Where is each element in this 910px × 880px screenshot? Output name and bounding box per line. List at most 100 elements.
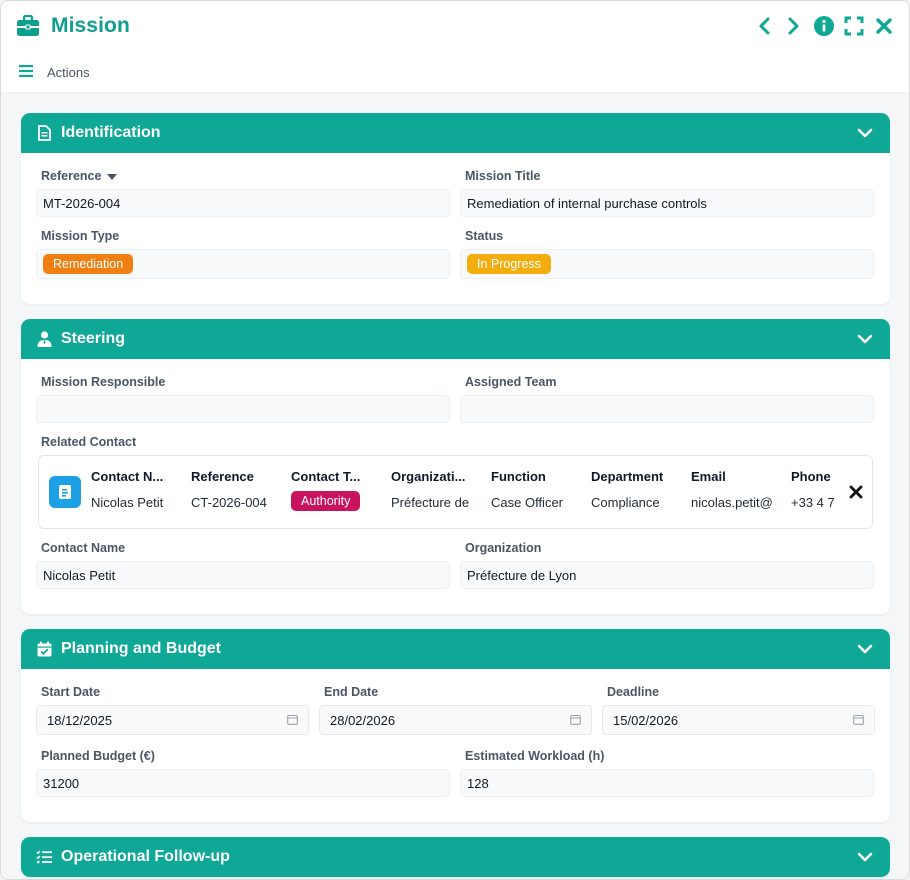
related-contact-card[interactable]: Contact N... Nicolas Petit Reference CT-… bbox=[38, 455, 873, 529]
contact-header-department: Department bbox=[591, 469, 664, 484]
deadline-label: Deadline bbox=[607, 685, 660, 699]
assigned-team-field: Assigned Team bbox=[460, 373, 874, 433]
next-record-icon[interactable] bbox=[783, 15, 805, 37]
calendar-icon[interactable] bbox=[853, 713, 864, 728]
contact-col-type: Contact T... Authority bbox=[291, 469, 381, 511]
end-date-label: End Date bbox=[324, 685, 379, 699]
contact-col-function: Function Case Officer bbox=[491, 469, 581, 510]
chevron-down-icon[interactable] bbox=[856, 331, 874, 347]
contact-name-field: Contact Name Nicolas Petit bbox=[36, 539, 450, 589]
contact-col-name: Contact N... Nicolas Petit bbox=[91, 469, 181, 510]
window-header: Mission Actions bbox=[1, 1, 909, 93]
contact-header-email: Email bbox=[691, 469, 726, 484]
planning-panel: Planning and Budget Start Date 18/12/202… bbox=[21, 629, 890, 822]
deadline-field: Deadline 15/02/2026 bbox=[602, 683, 875, 745]
contact-name-input[interactable]: Nicolas Petit bbox=[36, 561, 450, 589]
status-badge: In Progress bbox=[467, 254, 551, 274]
contact-header-type: Contact T... bbox=[291, 469, 361, 484]
identification-header[interactable]: Identification bbox=[21, 113, 890, 153]
assigned-team-input[interactable] bbox=[460, 395, 874, 423]
estimated-workload-label: Estimated Workload (h) bbox=[465, 749, 605, 763]
mission-responsible-label: Mission Responsible bbox=[41, 375, 166, 389]
form-content: Identification Reference MT-2026-004 Mis… bbox=[21, 113, 890, 879]
contact-col-phone: Phone +33 4 7 bbox=[791, 469, 836, 510]
followup-header[interactable]: Operational Follow-up bbox=[21, 837, 890, 877]
planning-body: Start Date 18/12/2025 End Date 28/02/202… bbox=[21, 669, 890, 822]
contact-header-phone: Phone bbox=[791, 469, 831, 484]
contact-columns: Contact N... Nicolas Petit Reference CT-… bbox=[91, 456, 836, 528]
reference-field: Reference MT-2026-004 bbox=[36, 167, 450, 217]
steering-title: Steering bbox=[61, 330, 126, 347]
followup-title: Operational Follow-up bbox=[61, 848, 230, 865]
list-check-icon bbox=[35, 848, 53, 866]
deadline-value: 15/02/2026 bbox=[613, 712, 679, 728]
calendar-check-icon bbox=[35, 640, 53, 658]
document-icon bbox=[35, 124, 53, 142]
planning-title: Planning and Budget bbox=[61, 640, 221, 657]
mission-type-badge: Remediation bbox=[43, 254, 134, 274]
contact-col-email: Email nicolas.petit@ bbox=[691, 469, 781, 510]
organization-input[interactable]: Préfecture de Lyon bbox=[460, 561, 874, 589]
estimated-workload-input[interactable]: 128 bbox=[460, 769, 874, 797]
hamburger-icon bbox=[19, 65, 33, 80]
fullscreen-icon[interactable] bbox=[843, 15, 865, 37]
planned-budget-label: Planned Budget (€) bbox=[41, 749, 155, 763]
start-date-field: Start Date 18/12/2025 bbox=[36, 683, 309, 735]
contact-value-function: Case Officer bbox=[491, 495, 564, 510]
reference-input[interactable]: MT-2026-004 bbox=[36, 189, 450, 217]
mission-type-select[interactable]: Remediation bbox=[36, 249, 450, 279]
previous-record-icon[interactable] bbox=[753, 15, 775, 37]
chevron-down-icon[interactable] bbox=[856, 125, 874, 141]
calendar-icon[interactable] bbox=[287, 713, 298, 728]
related-contact-field: Related Contact Contact N... Nicolas Pet… bbox=[36, 433, 875, 529]
contact-value-department: Compliance bbox=[591, 495, 660, 510]
caret-down-icon[interactable] bbox=[107, 169, 118, 183]
organization-label: Organization bbox=[465, 541, 542, 555]
deadline-input[interactable]: 15/02/2026 bbox=[602, 705, 875, 735]
window-controls bbox=[753, 15, 895, 37]
contact-header-organization: Organizati... bbox=[391, 469, 466, 484]
contact-header-function: Function bbox=[491, 469, 546, 484]
actions-label: Actions bbox=[47, 65, 90, 80]
end-date-value: 28/02/2026 bbox=[330, 712, 396, 728]
mission-responsible-field: Mission Responsible bbox=[36, 373, 450, 423]
briefcase-icon bbox=[15, 13, 41, 39]
identification-panel: Identification Reference MT-2026-004 Mis… bbox=[21, 113, 890, 304]
contact-header-reference: Reference bbox=[191, 469, 254, 484]
chevron-down-icon[interactable] bbox=[856, 849, 874, 865]
planned-budget-field: Planned Budget (€) 31200 bbox=[36, 747, 450, 797]
followup-panel: Operational Follow-up bbox=[21, 837, 890, 877]
end-date-input[interactable]: 28/02/2026 bbox=[319, 705, 592, 735]
status-select[interactable]: In Progress bbox=[460, 249, 874, 279]
identification-title: Identification bbox=[61, 124, 161, 141]
mission-window: Mission Actions Identification Reference… bbox=[0, 0, 910, 880]
contact-value-organization: Préfecture de bbox=[391, 495, 470, 510]
mission-title-field: Mission Title Remediation of internal pu… bbox=[460, 167, 874, 217]
window-title-row: Mission bbox=[15, 13, 130, 39]
remove-contact-icon[interactable] bbox=[848, 484, 864, 500]
planning-header[interactable]: Planning and Budget bbox=[21, 629, 890, 669]
end-date-field: End Date 28/02/2026 bbox=[319, 683, 592, 735]
close-icon[interactable] bbox=[873, 15, 895, 37]
contact-value-email: nicolas.petit@ bbox=[691, 495, 773, 510]
info-icon[interactable] bbox=[813, 15, 835, 37]
mission-responsible-input[interactable] bbox=[36, 395, 450, 423]
contact-value-reference: CT-2026-004 bbox=[191, 495, 267, 510]
user-tie-icon bbox=[35, 330, 53, 348]
mission-title-input[interactable]: Remediation of internal purchase control… bbox=[460, 189, 874, 217]
steering-panel: Steering Mission Responsible Assigned Te… bbox=[21, 319, 890, 614]
contact-col-organization: Organizati... Préfecture de bbox=[391, 469, 481, 510]
contact-header-name: Contact N... bbox=[91, 469, 164, 484]
steering-header[interactable]: Steering bbox=[21, 319, 890, 359]
contact-name-label: Contact Name bbox=[41, 541, 126, 555]
mission-type-label: Mission Type bbox=[41, 229, 120, 243]
contact-card-icon bbox=[49, 476, 81, 508]
actions-menu[interactable]: Actions bbox=[19, 65, 90, 80]
start-date-input[interactable]: 18/12/2025 bbox=[36, 705, 309, 735]
mission-title-label: Mission Title bbox=[465, 169, 541, 183]
calendar-icon[interactable] bbox=[570, 713, 581, 728]
estimated-workload-field: Estimated Workload (h) 128 bbox=[460, 747, 874, 807]
chevron-down-icon[interactable] bbox=[856, 641, 874, 657]
identification-body: Reference MT-2026-004 Mission Title Reme… bbox=[21, 153, 890, 304]
planned-budget-input[interactable]: 31200 bbox=[36, 769, 450, 797]
